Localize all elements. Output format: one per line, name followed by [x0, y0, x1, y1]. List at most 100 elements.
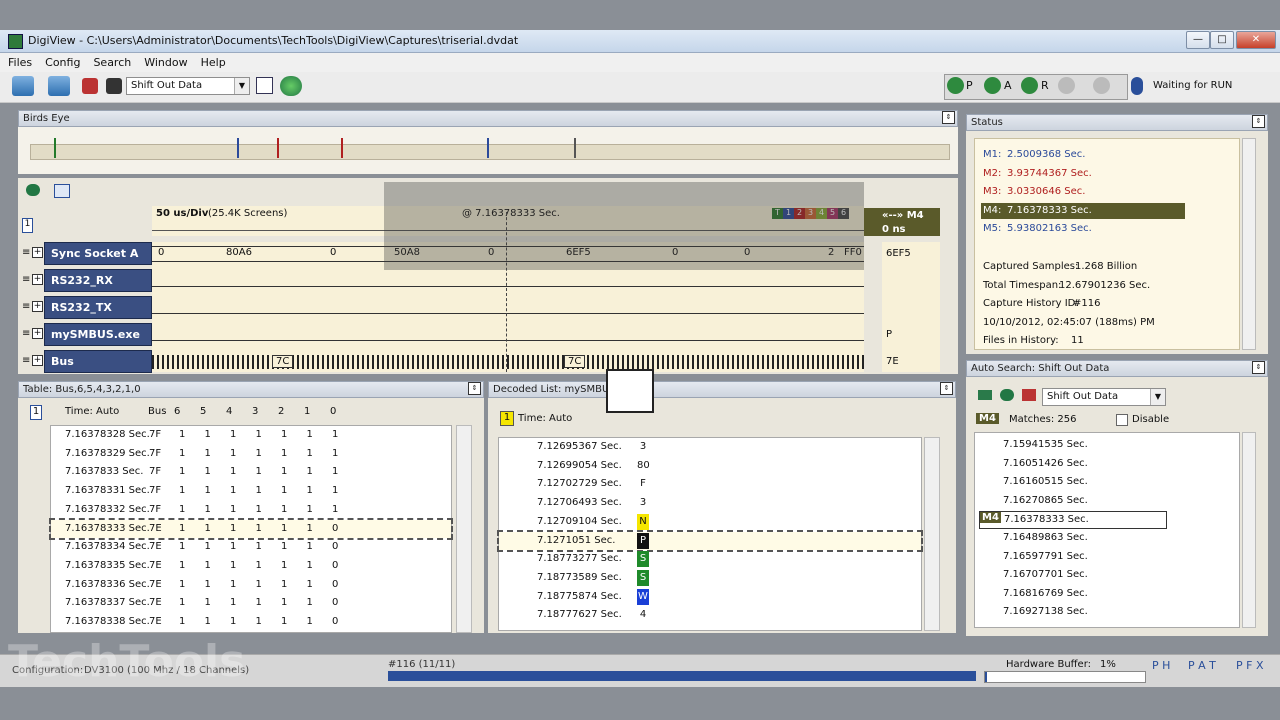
auto-search-scrollbar[interactable] [1242, 432, 1256, 628]
decoded-row[interactable]: 7.12709104 Sec. N [499, 513, 921, 531]
decoded-row[interactable]: 7.18775874 Sec. W [499, 588, 921, 606]
channel-row[interactable]: ≡ + Bus [22, 350, 152, 377]
menu-config[interactable]: Config [37, 53, 85, 69]
search-next-icon[interactable] [106, 78, 122, 94]
search-result-row[interactable]: 7.16051426 Sec. [979, 456, 1165, 472]
run-a-icon[interactable] [984, 77, 1001, 94]
channel-name[interactable]: mySMBUS.exe [44, 323, 152, 346]
marker-m5[interactable] [487, 138, 489, 158]
history-bar[interactable] [388, 671, 976, 681]
run-a-label[interactable]: A [1004, 79, 1012, 92]
channel-name[interactable]: RS232_RX [44, 269, 152, 292]
channel-row[interactable]: ≡ + RS232_RX [22, 269, 152, 296]
marker-row[interactable]: M5: 5.93802163 Sec. [981, 221, 1185, 237]
popup-view-icon[interactable] [606, 369, 654, 413]
search-result-row[interactable]: 7.16707701 Sec. [979, 567, 1165, 583]
gear-icon[interactable] [280, 76, 302, 96]
window-icon[interactable] [256, 77, 273, 94]
decoded-row[interactable]: 7.18773589 Sec. S [499, 569, 921, 587]
open-capture-icon[interactable] [12, 76, 34, 96]
table-row[interactable]: 7.16378338 Sec. 7E 1 1 1 1 1 1 0 [51, 613, 451, 631]
maximize-icon[interactable]: ⇕ [940, 382, 953, 395]
time-header[interactable]: Time: Auto [518, 413, 572, 424]
search-combo[interactable]: Shift Out Data ▼ [126, 77, 250, 95]
maximize-icon[interactable]: ⇕ [1252, 361, 1265, 374]
search-result-row[interactable]: 7.16160515 Sec. [979, 474, 1165, 490]
marker-row[interactable]: M1: 2.5009368 Sec. [981, 147, 1185, 163]
table-row[interactable]: 7.16378329 Sec. 7F 1 1 1 1 1 1 1 [51, 445, 451, 463]
channel-row[interactable]: ≡ + RS232_TX [22, 296, 152, 323]
time-header[interactable]: Time: Auto [65, 406, 119, 417]
decoded-row[interactable]: 7.12695367 Sec. 3 [499, 438, 921, 456]
table-row[interactable]: 7.16378337 Sec. 7E 1 1 1 1 1 1 0 [51, 594, 451, 612]
marker-row[interactable]: M2: 3.93744367 Sec. [981, 166, 1185, 182]
channel-name[interactable]: Sync Socket A [44, 242, 152, 265]
maximize-icon[interactable]: ⇕ [468, 382, 481, 395]
channel-row[interactable]: ≡ + mySMBUS.exe [22, 323, 152, 350]
table-row[interactable]: 7.16378334 Sec. 7E 1 1 1 1 1 1 0 [51, 538, 451, 556]
maximize-icon[interactable]: ⇕ [1252, 115, 1265, 128]
menu-files[interactable]: Files [0, 53, 37, 69]
menu-search[interactable]: Search [85, 53, 136, 69]
decoded-row[interactable]: 7.12706493 Sec. 3 [499, 494, 921, 512]
search-result-row[interactable]: 7.16816769 Sec. [979, 586, 1165, 602]
search-prev-icon[interactable] [82, 78, 98, 94]
pause-icon[interactable] [1093, 77, 1110, 94]
disable-checkbox[interactable] [1116, 414, 1128, 426]
marker-m0[interactable] [54, 138, 56, 158]
maximize-icon[interactable]: ⇕ [942, 111, 955, 124]
marker-m4[interactable] [574, 138, 576, 158]
status-scrollbar[interactable] [1242, 138, 1256, 350]
run-p-icon[interactable] [947, 77, 964, 94]
marker-m1[interactable] [237, 138, 239, 158]
decoded-row[interactable]: 7.12699054 Sec. 80 [499, 457, 921, 475]
expand-icon[interactable]: + [32, 328, 43, 339]
decoded-row[interactable]: 7.1271051 Sec. P [497, 529, 923, 552]
expand-icon[interactable]: + [32, 301, 43, 312]
search-result-row[interactable]: 7.15941535 Sec. [979, 437, 1165, 453]
search-icon[interactable] [1022, 389, 1036, 401]
decoded-scrollbar[interactable] [924, 437, 940, 631]
search-result-row[interactable]: 7.16927138 Sec. [979, 604, 1165, 620]
marker-row[interactable]: M3: 3.0330646 Sec. [981, 184, 1185, 200]
marker-m3[interactable] [277, 138, 279, 158]
run-p-label[interactable]: P [966, 79, 973, 92]
search-result-row[interactable]: 7.16597791 Sec. [979, 549, 1165, 565]
decoded-row[interactable]: 7.18773277 Sec. S [499, 550, 921, 568]
table-scrollbar[interactable] [456, 425, 472, 633]
table-row[interactable]: 7.16378336 Sec. 7E 1 1 1 1 1 1 0 [51, 576, 451, 594]
auto-search-combo[interactable]: Shift Out Data ▼ [1042, 388, 1166, 406]
channel-name[interactable]: RS232_TX [44, 296, 152, 319]
settings-icon[interactable] [26, 184, 40, 196]
channel-name[interactable]: Bus [44, 350, 152, 373]
table-row[interactable]: 7.16378331 Sec. 7F 1 1 1 1 1 1 1 [51, 482, 451, 500]
waveform-icon[interactable] [978, 390, 992, 400]
menu-window[interactable]: Window [136, 53, 192, 69]
marker-row[interactable]: M4: 7.16378333 Sec. [981, 202, 1185, 219]
birds-eye-track[interactable] [30, 144, 950, 160]
expand-icon[interactable]: + [32, 247, 43, 258]
table-body[interactable]: 7.16378328 Sec. 7F 1 1 1 1 1 1 1 7.16378329 Sec. 7… [49, 425, 453, 633]
auto-search-list[interactable]: 7.15941535 Sec. 7.16051426 Sec. 7.16160515… [974, 432, 1240, 628]
marker-m2[interactable] [341, 138, 343, 158]
chart-icon[interactable] [54, 184, 70, 198]
table-row[interactable]: 7.16378333 Sec. 7E 1 1 1 1 1 1 0 [49, 517, 453, 540]
search-result-row[interactable]: 7.16489863 Sec. [979, 530, 1165, 546]
stop-icon[interactable] [1058, 77, 1075, 94]
search-result-row[interactable]: 7.16270865 Sec. [979, 493, 1165, 509]
table-row[interactable]: 7.16378332 Sec. 7F 1 1 1 1 1 1 1 [51, 501, 451, 519]
menu-help[interactable]: Help [193, 53, 231, 69]
decoded-row[interactable]: 7.18777627 Sec. 4 [499, 606, 921, 624]
table-row[interactable]: 7.16378328 Sec. 7F 1 1 1 1 1 1 1 [51, 426, 451, 444]
gear-icon[interactable] [1000, 389, 1014, 401]
table-row[interactable]: 7.1637833 Sec. 7F 1 1 1 1 1 1 1 [51, 463, 451, 481]
maximize-button[interactable]: □ [1210, 31, 1234, 49]
save-capture-icon[interactable] [48, 76, 70, 96]
minimize-button[interactable]: — [1186, 31, 1210, 49]
expand-icon[interactable]: + [32, 355, 43, 366]
search-result-row[interactable]: M4 7.16378333 Sec. [979, 511, 1167, 530]
channel-row[interactable]: ≡ + Sync Socket A [22, 242, 152, 269]
run-r-icon[interactable] [1021, 77, 1038, 94]
expand-icon[interactable]: + [32, 274, 43, 285]
decoded-row[interactable]: 7.12702729 Sec. F [499, 475, 921, 493]
